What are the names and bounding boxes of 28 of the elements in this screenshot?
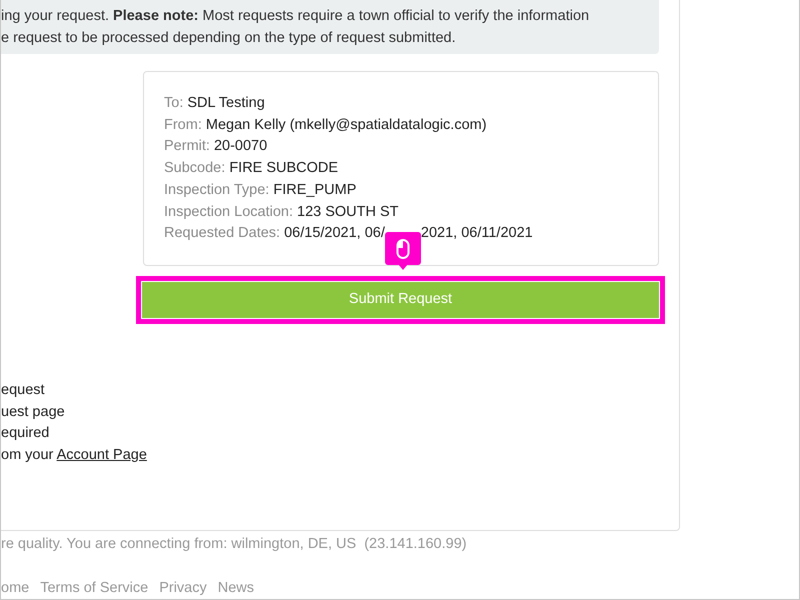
footer-link[interactable]: Privacy [159, 580, 207, 596]
field-label: Inspection Type: [164, 182, 270, 198]
field-value: SDL Testing [187, 95, 265, 111]
field-value: FIRE SUBCODE [229, 160, 338, 176]
field-value: 06/15/2021, 06/ [284, 225, 385, 242]
location-note: re quality. You are connecting from: wilmington, DE, US (23.141.160.99) [1, 535, 467, 554]
field-label: Subcode: [164, 160, 226, 176]
step-text: om your [1, 447, 54, 464]
field-value: FIRE_PUMP [273, 182, 356, 198]
field-label: From: [164, 116, 202, 133]
step-text: equired [1, 425, 50, 442]
field-value: 2021, 06/11/2021 [420, 225, 533, 242]
submit-request-button[interactable]: Submit Request [142, 282, 659, 318]
field-label: To: [164, 95, 184, 111]
footer-link[interactable]: ome [1, 580, 30, 596]
field-value: 123 SOUTH ST [297, 204, 399, 220]
notice-text: ing your request. Please note: Most requests require a town official to verify the information [1, 8, 590, 24]
field-label: Permit: [164, 138, 210, 154]
step-text: equest [1, 382, 45, 398]
field-value: Megan Kelly (mkelly@spatialdatalogic.com) [206, 116, 487, 133]
step-text: uest page [1, 404, 65, 420]
notice-text: e request to be processed depending on the type of request submitted. [1, 30, 456, 46]
field-label: Inspection Location: [164, 204, 293, 220]
field-value: 20-0070 [214, 138, 268, 154]
footer-link[interactable]: Terms of Service [40, 580, 148, 596]
account-page-link[interactable]: Account Page [56, 447, 147, 464]
field-label: Requested Dates: [164, 225, 280, 242]
footer-link[interactable]: News [218, 580, 254, 596]
